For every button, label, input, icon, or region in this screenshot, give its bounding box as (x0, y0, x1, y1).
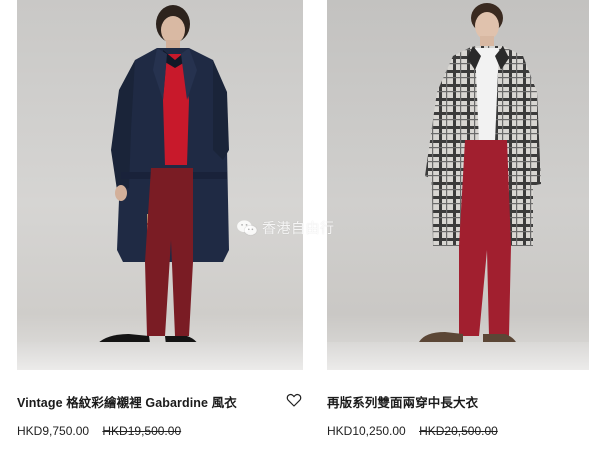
product-title[interactable]: 再版系列雙面兩穿中長大衣 (327, 392, 478, 411)
wechat-icon (237, 220, 258, 236)
product-card[interactable]: Vintage 格紋彩繪襯裡 Gabardine 風衣 HKD9,750.00 … (17, 0, 303, 438)
price-row: HKD10,250.00 HKD20,500.00 (327, 424, 498, 438)
product-card[interactable]: 再版系列雙面兩穿中長大衣 HKD10,250.00 HKD20,500.00 (327, 0, 589, 438)
price-current: HKD9,750.00 (17, 424, 90, 438)
floor (327, 342, 589, 370)
product-image[interactable] (327, 0, 589, 370)
model-navy-trench-image (97, 5, 229, 354)
model-plaid-coat-image (419, 3, 541, 352)
floor (17, 342, 303, 370)
price-row: HKD9,750.00 HKD19,500.00 (17, 424, 181, 438)
product-title[interactable]: Vintage 格紋彩繪襯裡 Gabardine 風衣 (17, 392, 237, 411)
watermark: 香港自由行 (236, 218, 335, 238)
price-original: HKD19,500.00 (102, 424, 182, 438)
product-grid: Vintage 格紋彩繪襯裡 Gabardine 風衣 HKD9,750.00 … (0, 0, 589, 454)
product-image[interactable] (17, 0, 303, 370)
heart-outline-icon[interactable] (286, 392, 302, 408)
watermark-text: 香港自由行 (262, 220, 335, 236)
price-current: HKD10,250.00 (327, 424, 406, 438)
price-original: HKD20,500.00 (419, 424, 498, 438)
